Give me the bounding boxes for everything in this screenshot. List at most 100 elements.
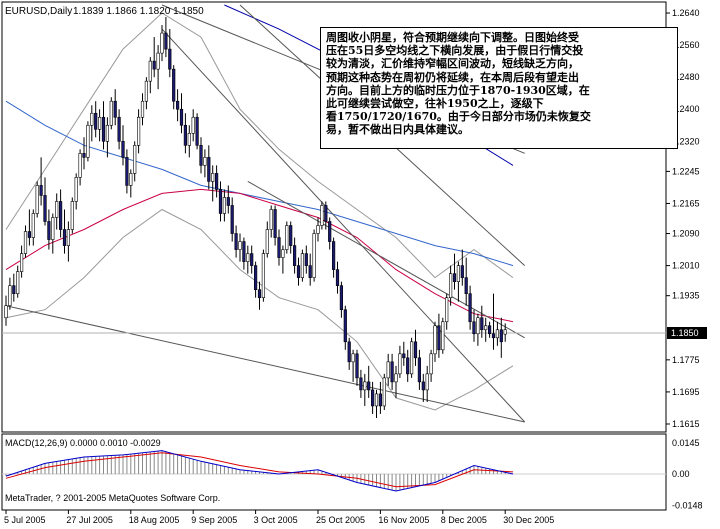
candle-body — [222, 197, 227, 214]
price-tick-label: 1.1695 — [672, 387, 700, 397]
candle-body — [195, 116, 199, 146]
candle — [441, 317, 445, 354]
candle-body — [4, 305, 8, 319]
candle-body — [82, 153, 86, 158]
candle-body — [117, 116, 121, 142]
candle — [195, 113, 199, 150]
candle-body — [39, 185, 43, 196]
candle-body — [144, 80, 149, 102]
candle-body — [445, 297, 449, 323]
candle-body — [339, 285, 344, 311]
candle-body — [417, 357, 422, 383]
candle-body — [94, 112, 98, 130]
candle-body — [58, 201, 63, 230]
candle-body — [90, 112, 94, 126]
candle-body — [292, 245, 297, 266]
candle-body — [409, 341, 414, 375]
candle-body — [331, 241, 336, 270]
candle-body — [226, 197, 230, 206]
candle-body — [359, 377, 363, 391]
candle-body — [285, 225, 289, 250]
time-tick-label: 8 Dec 2005 — [441, 515, 487, 525]
candle-body — [27, 231, 32, 238]
candle-body — [86, 124, 90, 158]
candle-body — [148, 60, 152, 82]
candle-body — [31, 213, 35, 238]
annotation-line: 压在55日多空均线之下横向发展，由于假日行情交投 — [326, 44, 584, 58]
candle-body — [215, 173, 219, 190]
candle-body — [472, 321, 476, 335]
candle-body — [351, 353, 355, 363]
candle-body — [503, 329, 507, 335]
price-tick-label: 1.2245 — [672, 166, 700, 176]
candle-body — [133, 145, 137, 174]
candle-body — [429, 353, 433, 375]
time-tick-label: 18 Aug 2005 — [129, 515, 180, 525]
candle — [312, 229, 316, 282]
candle-body — [300, 253, 305, 278]
macd-tick-label: 0.0145 — [672, 438, 700, 448]
candle-body — [413, 341, 418, 359]
analysis-annotation-box: 周图收小阴星，符合预期继续向下调整。日图始终受 压在55日多空均线之下横向发展，… — [320, 27, 678, 149]
candle-body — [487, 325, 492, 335]
price-tick-label: 1.2010 — [672, 261, 700, 271]
candle-body — [47, 221, 51, 240]
candle-body — [109, 100, 113, 126]
candle-body — [328, 221, 332, 242]
candle-body — [78, 153, 82, 178]
candle-body — [335, 269, 340, 286]
macd-tick-label: -0.0148 — [672, 500, 703, 510]
candle-body — [172, 68, 176, 102]
time-tick-label: 9 Sep 2005 — [191, 515, 237, 525]
candle-body — [230, 205, 234, 234]
candle — [261, 249, 266, 302]
current-price-label: 1.1850 — [671, 328, 699, 338]
candle-body — [137, 116, 141, 146]
candle-body — [398, 353, 402, 375]
annotation-line: 预期这种态势在周初仍将延续，在本周后段有望走出 — [326, 70, 579, 84]
candle-body — [203, 157, 207, 166]
candle-body — [374, 393, 379, 407]
candle-body — [191, 116, 195, 134]
candle-body — [386, 361, 390, 379]
candle-body — [437, 325, 441, 351]
price-tick-label: 1.1775 — [672, 355, 700, 365]
candle-body — [312, 233, 316, 278]
time-tick-label: 16 Nov 2005 — [378, 515, 429, 525]
candle-body — [320, 205, 324, 226]
candle-body — [211, 173, 215, 182]
candle-body — [269, 209, 273, 230]
candle-body — [43, 195, 47, 222]
candle-body — [324, 205, 328, 222]
candle-body — [207, 157, 211, 182]
price-tick-label: 1.2640 — [672, 8, 700, 18]
candle-body — [261, 253, 266, 298]
candle-body — [238, 241, 242, 250]
candle-body — [51, 217, 55, 240]
candle-body — [16, 271, 20, 294]
candle-body — [218, 189, 223, 214]
time-tick-label: 30 Dec 2005 — [503, 515, 554, 525]
candle-body — [390, 361, 394, 383]
candle-body — [464, 277, 468, 294]
candle — [86, 121, 90, 162]
candle-body — [101, 116, 106, 142]
candle-body — [378, 393, 383, 407]
candle-body — [484, 325, 488, 331]
candle-body — [164, 32, 168, 50]
price-tick-label: 1.2090 — [672, 229, 700, 239]
candle-body — [183, 124, 188, 146]
candle-body — [70, 201, 74, 230]
candle-body — [140, 100, 145, 118]
copyright-notice: MetaTrader, ? 2001-2005 MetaQuotes Softw… — [5, 493, 220, 503]
candle-body — [179, 108, 184, 126]
candle-body — [129, 173, 133, 186]
candle-body — [257, 289, 262, 298]
time-tick-label: 27 Jul 2005 — [66, 515, 113, 525]
annotation-line: 看1750/1720/1670。由于今日部分市场仍未恢复交 — [326, 110, 591, 124]
price-tick-label: 1.1935 — [672, 291, 700, 301]
annotation-line: 周图收小阴星，符合预期继续向下调整。日图始终受 — [326, 31, 579, 44]
candle-body — [265, 229, 269, 254]
ohlc-readout: 1.1839 1.1866 1.1820 1.1850 — [73, 6, 204, 17]
candle-body — [168, 48, 172, 70]
